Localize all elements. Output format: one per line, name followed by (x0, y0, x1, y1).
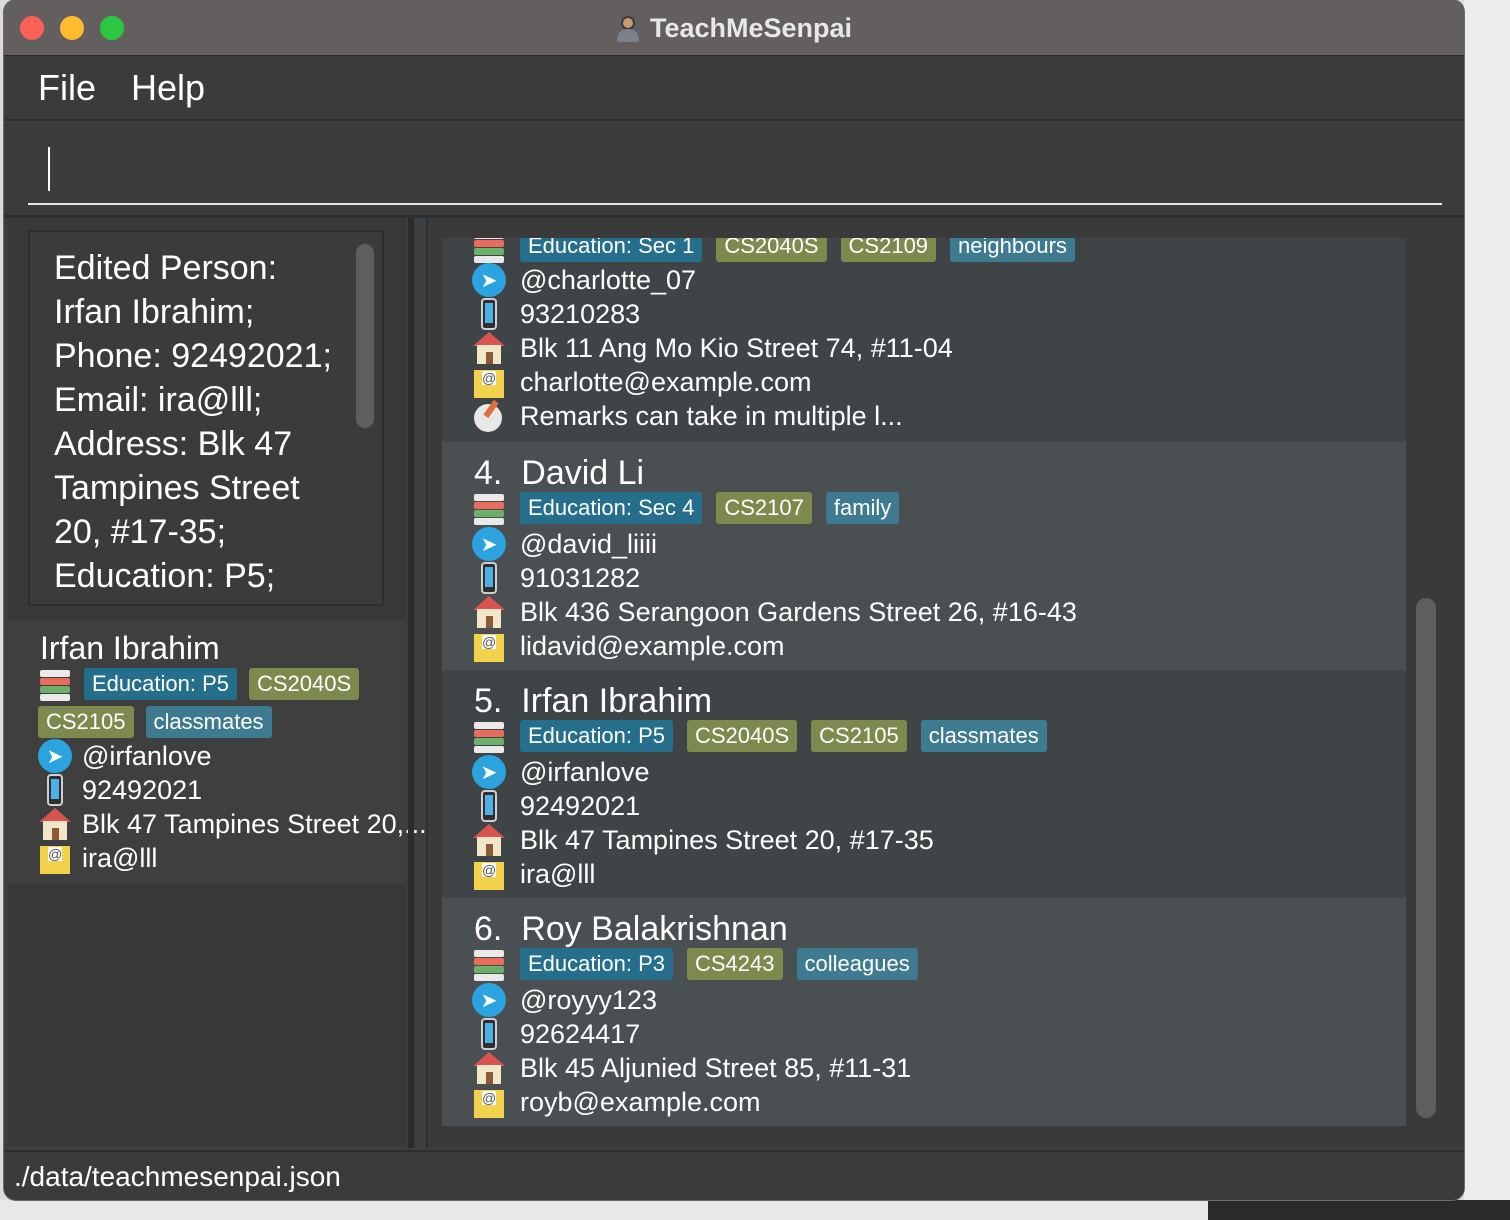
person-card[interactable]: 4. David Li Education: Sec 4 CS2107 fami… (442, 442, 1406, 670)
command-input[interactable] (28, 139, 1442, 205)
person-name: 6. Roy Balakrishnan (474, 910, 788, 948)
detail-address: Blk 47 Tampines Street 20,... (82, 808, 427, 839)
telegram-icon: ➤ (472, 755, 506, 789)
command-box (4, 123, 1464, 215)
person-address: Blk 436 Serangoon Gardens Street 26, #16… (520, 596, 1077, 627)
text-caret (48, 147, 50, 191)
person-telegram: @david_liiii (520, 528, 657, 559)
person-card[interactable]: 5. Irfan Ibrahim Education: P5 CS2040S C… (442, 670, 1406, 898)
module-tag: CS4243 (686, 948, 783, 980)
education-icon (38, 668, 72, 701)
person-name: 5. Irfan Ibrahim (474, 682, 713, 720)
phone-icon (38, 774, 72, 806)
person-address: Blk 45 Aljunied Street 85, #11-31 (520, 1052, 912, 1083)
education-tag: Education: P3 (520, 948, 673, 980)
group-tag: colleagues (796, 948, 918, 980)
person-remark: Remarks can take in multiple l... (520, 400, 903, 431)
person-address: Blk 11 Ang Mo Kio Street 74, #11-04 (520, 332, 953, 363)
module-tag: CS2040S (686, 720, 798, 752)
remark-icon (472, 400, 506, 432)
person-address: Blk 47 Tampines Street 20, #17-35 (520, 824, 934, 855)
address-icon (472, 1052, 506, 1084)
telegram-icon: ➤ (472, 527, 506, 561)
telegram-icon: ➤ (38, 739, 72, 773)
status-file-path: ./data/teachmesenpai.json (14, 1161, 341, 1192)
phone-icon (472, 790, 506, 822)
phone-icon (472, 562, 506, 594)
address-icon (472, 596, 506, 628)
detail-telegram: @irfanlove (82, 740, 212, 771)
group-tag: family (825, 492, 900, 524)
title-bar: TeachMeSenpai (4, 0, 1464, 56)
person-phone: 91031282 (520, 562, 641, 593)
email-icon (472, 366, 506, 398)
menu-file[interactable]: File (38, 67, 96, 109)
person-telegram: @royyy123 (520, 984, 657, 1015)
person-email: ira@lll (520, 858, 596, 889)
education-icon (472, 492, 506, 525)
telegram-icon: ➤ (472, 983, 506, 1017)
education-icon (472, 238, 506, 263)
person-name: 4. David Li (474, 454, 645, 492)
app-logo-icon (616, 14, 640, 42)
email-icon (472, 1086, 506, 1118)
left-panel: Edited Person: Irfan Ibrahim; Phone: 924… (8, 218, 427, 1146)
person-list-scrollbar[interactable] (1416, 598, 1436, 1118)
module-tag: CS2040S (716, 238, 827, 262)
module-tag: CS2109 (840, 238, 937, 262)
person-card[interactable]: 6. Roy Balakrishnan Education: P3 CS4243… (442, 898, 1406, 1126)
education-tag: Education: P5 (84, 668, 237, 700)
person-phone: 92624417 (520, 1018, 641, 1049)
phone-icon (472, 298, 506, 330)
person-email: charlotte@example.com (520, 366, 812, 397)
split-divider[interactable] (408, 218, 414, 1148)
result-scrollbar[interactable] (356, 244, 374, 428)
desktop-background (1464, 0, 1510, 1220)
module-tag: CS2107 (716, 492, 812, 524)
module-tag: CS2105 (38, 706, 134, 738)
education-icon (472, 948, 506, 981)
person-detail-panel: Irfan Ibrahim Education: P5 CS2040S CS21… (8, 620, 427, 884)
detail-name: Irfan Ibrahim (40, 630, 220, 666)
detail-phone: 92492021 (82, 774, 203, 805)
education-icon (472, 720, 506, 753)
person-phone: 92492021 (520, 790, 641, 821)
person-telegram: @irfanlove (520, 756, 650, 787)
window-title: TeachMeSenpai (649, 12, 853, 43)
email-icon (38, 842, 72, 874)
result-text: Edited Person: Irfan Ibrahim; Phone: 924… (54, 249, 332, 595)
menu-bar: File Help (4, 57, 1464, 121)
person-telegram: @charlotte_07 (520, 264, 697, 295)
telegram-icon: ➤ (472, 263, 506, 297)
person-card[interactable]: Education: Sec 1 CS2040S CS2109 neighbou… (442, 238, 1406, 442)
person-email: lidavid@example.com (520, 630, 785, 661)
group-tag: classmates (920, 720, 1047, 752)
address-icon (472, 824, 506, 856)
person-phone: 93210283 (520, 298, 641, 329)
menu-help[interactable]: Help (131, 67, 205, 109)
address-icon (472, 332, 506, 364)
group-tag: classmates (145, 706, 272, 738)
result-display[interactable]: Edited Person: Irfan Ibrahim; Phone: 924… (28, 230, 384, 606)
phone-icon (472, 1018, 506, 1050)
person-list[interactable]: Education: Sec 1 CS2040S CS2109 neighbou… (442, 238, 1410, 1126)
education-tag: Education: P5 (520, 720, 673, 752)
education-tag: Education: Sec 1 (520, 238, 703, 262)
desktop-dock-edge (1208, 1200, 1510, 1220)
address-icon (38, 808, 72, 840)
module-tag: CS2040S (248, 668, 360, 700)
detail-email: ira@lll (82, 842, 158, 873)
status-bar: ./data/teachmesenpai.json (4, 1150, 1464, 1200)
group-tag: neighbours (950, 238, 1075, 262)
email-icon (472, 858, 506, 890)
email-icon (472, 630, 506, 662)
person-email: royb@example.com (520, 1086, 761, 1117)
education-tag: Education: Sec 4 (520, 492, 703, 524)
module-tag: CS2105 (811, 720, 907, 752)
